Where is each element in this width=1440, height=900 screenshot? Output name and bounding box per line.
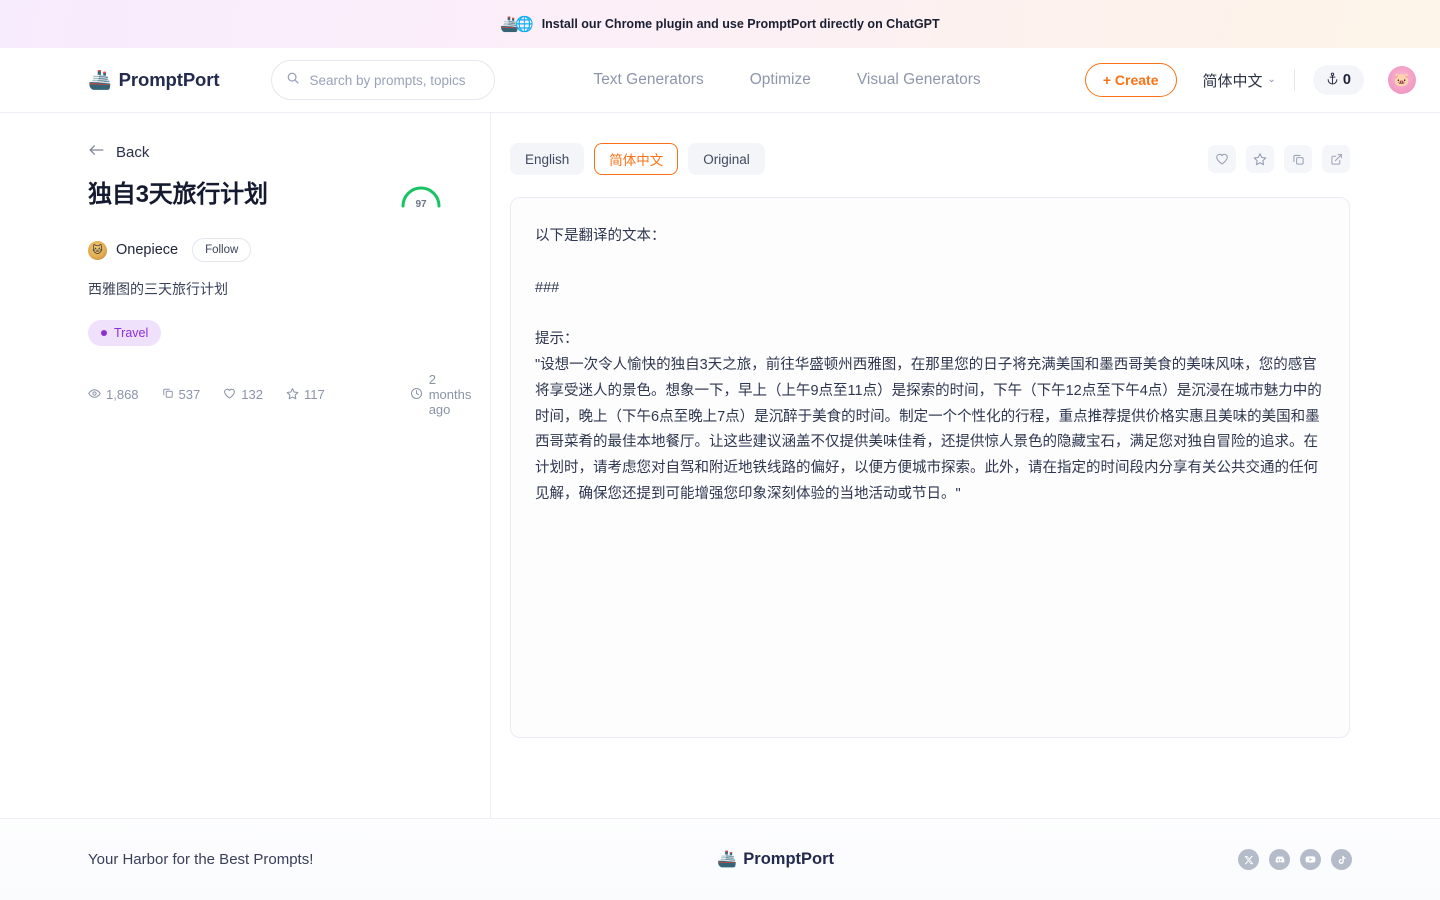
stat-views-value: 1,868 [106,387,139,402]
copy-icon [162,387,174,402]
chevron-down-icon: ⌄ [1268,75,1276,85]
create-button[interactable]: + Create [1085,63,1177,97]
footer-brand-logo[interactable]: 🚢 PromptPort [717,850,834,869]
heart-icon [223,387,236,403]
anchor-icon [1326,72,1339,89]
site-footer: Your Harbor for the Best Prompts! 🚢 Prom… [0,818,1440,900]
score-value: 97 [398,199,444,210]
site-header: 🚢 PromptPort Text Generators Optimize Vi… [0,48,1440,113]
tiktok-icon[interactable] [1331,849,1352,870]
star-icon [286,387,299,403]
language-label: 简体中文 [1203,70,1263,91]
main-navigation: Text Generators Optimize Visual Generato… [593,71,980,89]
discord-icon[interactable] [1269,849,1290,870]
prompt-body-text: 以下是翻译的文本： ### 提示： "设想一次令人愉快的独自3天之旅，前往华盛顿… [535,224,1325,508]
category-tag-travel[interactable]: Travel [88,320,161,346]
nav-item-optimize[interactable]: Optimize [750,71,811,89]
language-tabs: English 简体中文 Original [510,143,1350,175]
follow-button[interactable]: Follow [192,238,251,262]
banner-icons: 🚢 🌐 [500,17,533,32]
tab-english[interactable]: English [510,143,584,175]
author-avatar-emoji: 🐱 [92,245,102,256]
ship-icon: 🚢 [88,71,112,90]
tag-dot-icon [101,330,107,336]
x-twitter-icon[interactable] [1238,849,1259,870]
title-row: 独自3天旅行计划 97 [88,179,460,211]
stat-views: 1,868 [88,387,139,403]
chrome-plugin-promo-banner[interactable]: 🚢 🌐 Install our Chrome plugin and use Pr… [0,0,1440,48]
stat-copies-value: 537 [179,387,201,402]
brand-name: PromptPort [119,69,220,91]
back-button[interactable]: Back [88,143,149,161]
search-box[interactable] [271,60,495,100]
arrow-left-icon [88,143,105,161]
search-icon [286,71,300,90]
chrome-icon: 🌐 [515,17,534,32]
credits-indicator[interactable]: 0 [1313,65,1364,95]
nav-item-visual-generators[interactable]: Visual Generators [857,71,981,89]
timestamp-value: 2 months ago [429,372,472,417]
eye-icon [88,387,101,403]
credits-value: 0 [1343,72,1351,88]
content-action-buttons [1208,145,1350,173]
search-input[interactable] [309,73,480,88]
prompt-content-pane: English 简体中文 Original [491,113,1440,818]
prompt-content-card: 以下是翻译的文本： ### 提示： "设想一次令人愉快的独自3天之旅，前往华盛顿… [510,197,1350,738]
page-title: 独自3天旅行计划 [88,180,268,210]
banner-text: Install our Chrome plugin and use Prompt… [542,17,940,31]
tab-original[interactable]: Original [688,143,765,175]
page-body: Back 独自3天旅行计划 97 🐱 Onepiece Follow 西雅图的三… [0,113,1440,818]
author-avatar[interactable]: 🐱 [88,241,107,260]
prompt-description: 西雅图的三天旅行计划 [88,279,460,300]
prompt-detail-sidebar: Back 独自3天旅行计划 97 🐱 Onepiece Follow 西雅图的三… [0,113,491,818]
ship-icon: 🚢 [717,852,737,868]
stats-row: 1,868 537 132 [88,372,460,417]
youtube-icon[interactable] [1300,849,1321,870]
stat-copies: 537 [162,387,201,402]
favorite-button[interactable] [1246,145,1274,173]
avatar-emoji: 🐷 [1394,72,1410,88]
share-button[interactable] [1322,145,1350,173]
header-actions: + Create 简体中文 ⌄ 0 🐷 [1085,63,1416,97]
stat-favorites-value: 117 [304,387,325,402]
user-avatar[interactable]: 🐷 [1388,66,1416,94]
back-label: Back [116,144,149,161]
clock-icon [410,387,423,403]
footer-tagline: Your Harbor for the Best Prompts! [88,851,313,868]
stat-likes-value: 132 [241,387,263,402]
tab-simplified-chinese[interactable]: 简体中文 [594,143,678,175]
stat-likes: 132 [223,387,263,403]
tag-label: Travel [114,326,148,340]
stat-timestamp: 2 months ago [410,372,472,417]
quality-score-gauge: 97 [398,179,444,211]
author-row: 🐱 Onepiece Follow [88,238,460,262]
brand-logo[interactable]: 🚢 PromptPort [88,69,219,91]
nav-item-text-generators[interactable]: Text Generators [593,71,703,89]
copy-button[interactable] [1284,145,1312,173]
header-divider [1294,69,1295,91]
language-selector[interactable]: 简体中文 ⌄ [1203,70,1276,91]
social-links [1238,849,1352,870]
author-name[interactable]: Onepiece [116,242,178,258]
footer-brand-name: PromptPort [743,850,834,869]
stat-favorites: 117 [286,387,325,403]
like-button[interactable] [1208,145,1236,173]
